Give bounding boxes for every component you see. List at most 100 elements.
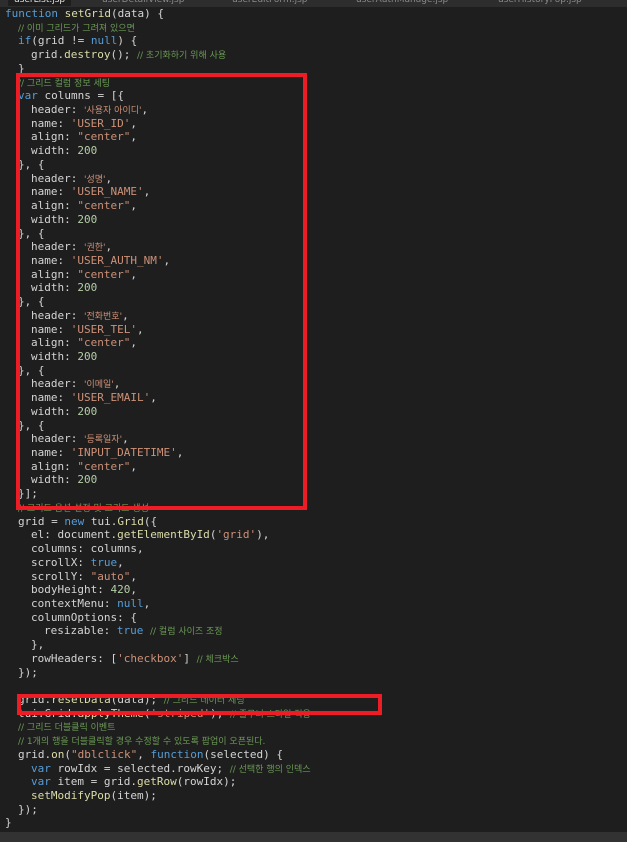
code-line: name: 'USER_EMAIL', (5, 391, 157, 405)
code-token: 'checkbox' (117, 651, 184, 665)
code-line: width: 200 (5, 144, 97, 158)
code-token: }); (18, 802, 38, 816)
code-editor[interactable]: function setGrid(data) {// 이미 그리드가 그려져 있… (0, 7, 627, 832)
code-line: header: '성명', (5, 172, 112, 186)
code-line: var rowIdx = selected.rowKey; // 선택한 행의 … (5, 762, 311, 776)
code-token: (grid != (31, 34, 91, 48)
code-token: (data); (110, 693, 164, 706)
code-token: 420 (110, 583, 131, 597)
code-token: (item); (110, 789, 157, 803)
code-token: header: (31, 432, 84, 446)
code-token: header: (31, 171, 84, 185)
code-token: , (105, 171, 113, 185)
code-token: , (163, 253, 171, 267)
code-line: align: "center", (5, 199, 137, 213)
editor-tab[interactable]: userAuthManage.jsp (350, 0, 454, 6)
code-token: '권한' (83, 243, 106, 254)
code-token: align: (31, 459, 78, 473)
code-token: , (141, 103, 149, 117)
code-token: , (130, 130, 137, 144)
editor-tab[interactable]: userEditForm.jsp (226, 0, 314, 6)
code-token: , (130, 199, 137, 213)
code-token: "center" (77, 267, 131, 281)
code-token: '사용자 아이디' (83, 106, 142, 117)
editor-tab[interactable]: userDetailView.jsp (96, 0, 190, 6)
code-token: scrollX: (31, 555, 91, 569)
code-token: , (130, 267, 137, 281)
code-line: // 이미 그리드가 그려져 있으면 (5, 21, 135, 35)
code-token: el: document. (31, 528, 118, 542)
code-token: 'grid' (216, 528, 257, 542)
code-line: columns: columns, (5, 542, 144, 556)
code-line: function setGrid(data) { (5, 7, 164, 21)
code-token: }, { (18, 418, 45, 432)
code-token: , (150, 391, 157, 405)
code-token: 'USER_AUTH_NM' (70, 253, 164, 267)
code-token: tui.Grid. (18, 706, 78, 720)
code-token: ) { (117, 34, 138, 48)
editor-tab[interactable]: userHistoryPop.jsp (492, 0, 588, 6)
code-token: applyTheme (77, 706, 144, 720)
code-token: 200 (77, 281, 98, 295)
code-token: 200 (77, 404, 98, 418)
code-token: null (90, 34, 118, 48)
code-line: name: 'USER_NAME', (5, 185, 150, 199)
code-token: new (64, 514, 85, 528)
code-line: header: '등록일자', (5, 432, 129, 446)
code-token: width: (31, 473, 78, 487)
code-line: name: 'USER_TEL', (5, 323, 144, 337)
code-token: 200 (77, 350, 98, 363)
code-line: }); (5, 666, 38, 680)
code-token: // 그리드 데이터 세팅 (163, 696, 245, 706)
code-token: align: (31, 199, 78, 213)
code-line: name: 'USER_AUTH_NM', (5, 254, 170, 268)
code-token: function (5, 7, 58, 20)
code-token: 'INPUT_DATETIME' (70, 446, 177, 460)
code-token: }, { (18, 157, 45, 171)
code-line: }, { (5, 419, 45, 433)
code-token: header: (31, 308, 84, 322)
code-token: (); (110, 48, 137, 62)
code-token: "auto" (90, 569, 131, 583)
code-token: , (136, 322, 144, 336)
code-token: grid. (18, 693, 52, 706)
code-line: header: '사용자 아이디', (5, 103, 148, 117)
editor-tab-bar: userList.jsp userDetailView.jsp userEditFo… (0, 0, 627, 7)
code-token: grid. (31, 48, 65, 62)
code-token: '전화번호' (83, 311, 123, 322)
code-token: width: (31, 212, 78, 226)
code-token: , (130, 569, 137, 583)
code-line: align: "center", (5, 460, 137, 474)
code-token: grid. (18, 747, 52, 761)
code-token: setModifyPop (31, 789, 111, 803)
code-token: }, (31, 638, 45, 652)
code-line: scrollY: "auto", (5, 570, 137, 584)
code-token: }, { (18, 295, 45, 309)
code-line: bodyHeight: 420, (5, 583, 137, 597)
code-line: }, { (5, 227, 45, 241)
code-token: align: (31, 336, 78, 350)
code-token: width: (31, 350, 78, 363)
editor-tab[interactable]: userList.jsp (8, 0, 72, 6)
code-token: (rowIdx); (176, 775, 237, 789)
status-bar (0, 832, 627, 842)
code-token: } (5, 816, 12, 830)
code-token: ); (210, 706, 230, 720)
code-token: , (122, 432, 129, 446)
code-line: header: '권한', (5, 240, 112, 254)
code-line: grid.resetData(data); // 그리드 데이터 세팅 (5, 693, 245, 707)
code-token: ({ (143, 514, 158, 528)
code-token: item = grid. (50, 775, 137, 789)
code-token: name: (31, 185, 71, 199)
code-token: , (143, 596, 151, 610)
code-token: (data) { (110, 7, 164, 20)
code-token: name: (31, 116, 71, 130)
code-token: }, { (18, 363, 45, 377)
code-token: name: (31, 446, 71, 460)
code-line: }, { (5, 158, 45, 172)
code-token: 'USER_TEL' (70, 322, 137, 336)
code-line: }]; (5, 487, 38, 501)
code-line: rowHeaders: ['checkbox'] // 체크박스 (5, 652, 239, 666)
